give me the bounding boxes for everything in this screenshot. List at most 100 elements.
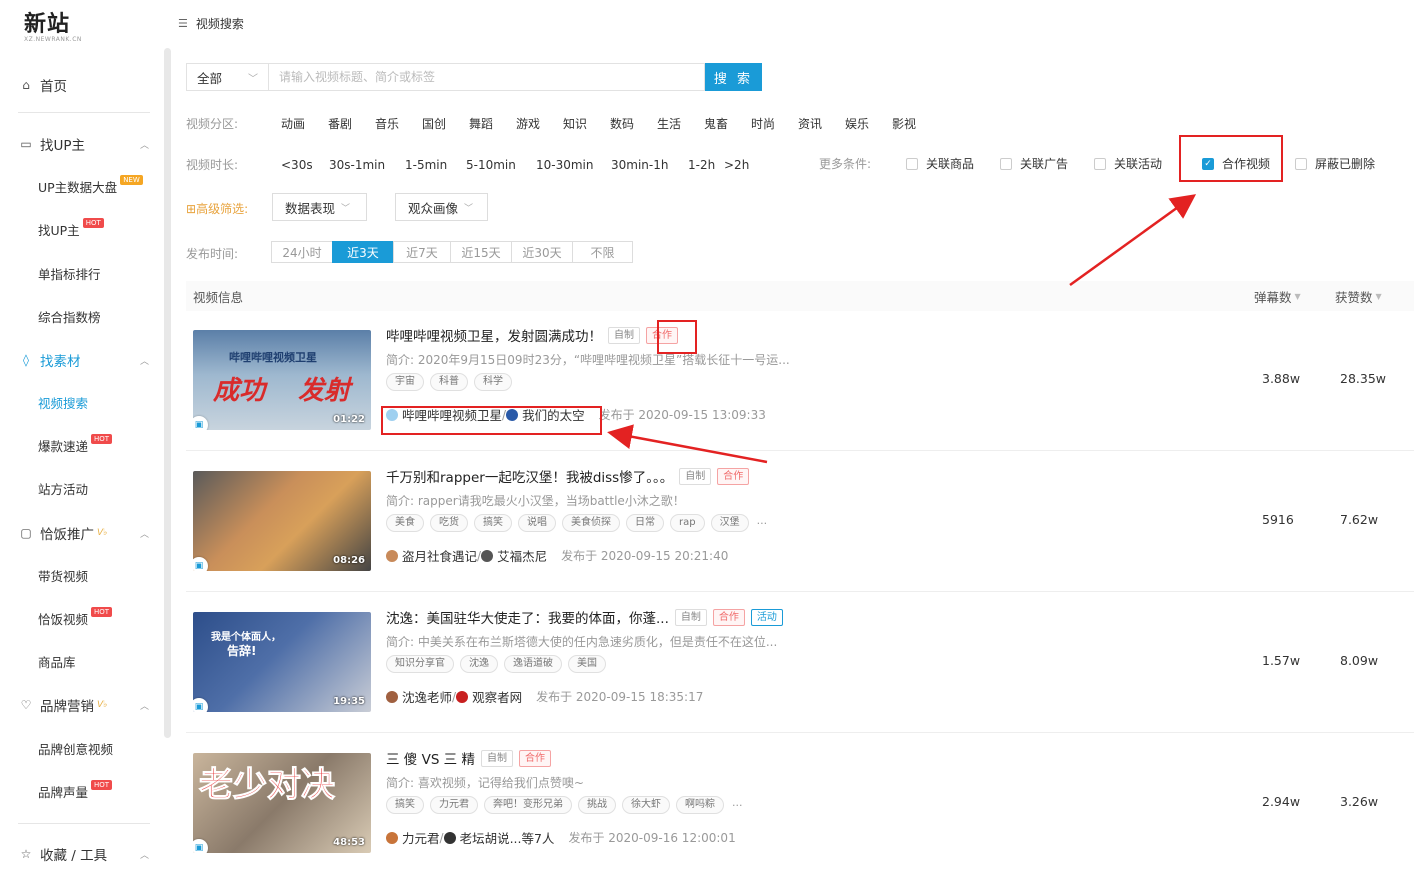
zone-option[interactable]: 影视 <box>892 115 916 132</box>
nav-find-up-sub-label: 找UP主 <box>38 222 80 238</box>
zone-option[interactable]: 番剧 <box>328 115 352 132</box>
keyword-chip[interactable]: 知识分享官 <box>386 655 454 673</box>
keyword-chip[interactable]: 科普 <box>430 373 468 391</box>
duration-option[interactable]: >2h <box>724 158 754 172</box>
keyword-chip[interactable]: 日常 <box>626 514 664 532</box>
keyword-chip[interactable]: 美食 <box>386 514 424 532</box>
nav-brand[interactable]: ♡ 品牌营销 V♭ ︿ <box>0 685 165 725</box>
keyword-chip[interactable]: 宇宙 <box>386 373 424 391</box>
nav-find-material[interactable]: ◊ 找素材 ︿ <box>0 340 165 380</box>
nav-home[interactable]: ⌂ 首页 <box>0 65 165 105</box>
keyword-chip[interactable]: 挑战 <box>578 796 616 814</box>
video-title[interactable]: 三 傻 VS 三 精自制 合作 <box>386 748 551 768</box>
zone-option[interactable]: 鬼畜 <box>704 115 728 132</box>
keyword-chip[interactable]: 搞笑 <box>474 514 512 532</box>
zone-option[interactable]: 舞蹈 <box>469 115 493 132</box>
keyword-chip[interactable]: 徐大虾 <box>622 796 670 814</box>
nav-find-up[interactable]: ▭ 找UP主 ︿ <box>0 124 165 164</box>
author-link[interactable]: 沈逸老师 <box>386 687 452 706</box>
search-button[interactable]: 搜 索 <box>705 63 762 91</box>
keyword-chip[interactable]: rap <box>670 514 705 532</box>
zone-option[interactable]: 知识 <box>563 115 587 132</box>
search-scope-select[interactable]: 全部 ﹀ <box>186 63 268 91</box>
nav-site-activity[interactable]: 站方活动 <box>0 468 165 508</box>
audience-profile-label: 观众画像 <box>408 200 459 216</box>
keyword-chip[interactable]: 吃货 <box>430 514 468 532</box>
author-link[interactable]: 盗月社食遇记 <box>386 546 477 565</box>
nav-hot-express[interactable]: 爆款速递 HOT <box>0 425 165 465</box>
zone-option[interactable]: 数码 <box>610 115 634 132</box>
video-thumbnail[interactable]: 哔哩哔哩视频卫星 成功 发射 01:22 ▣ <box>193 330 371 430</box>
zone-option[interactable]: 国创 <box>422 115 446 132</box>
video-title[interactable]: 哔哩哔哩视频卫星，发射圆满成功！ 自制 合作 <box>386 325 678 345</box>
zone-option[interactable]: 时尚 <box>751 115 775 132</box>
data-performance-dropdown[interactable]: 数据表现 ﹀ <box>272 193 367 221</box>
nav-favorites[interactable]: ☆ 收藏 / 工具 ︿ <box>0 834 165 872</box>
keyword-chip[interactable]: 搞笑 <box>386 796 424 814</box>
checkbox-option[interactable]: 关联广告 <box>1000 155 1068 172</box>
video-thumbnail[interactable]: 我是个体面人， 告辞! 19:35 ▣ <box>193 612 371 712</box>
nav-composite-rank[interactable]: 综合指数榜 <box>0 296 165 336</box>
keyword-chip[interactable]: 沈逸 <box>460 655 498 673</box>
header-danmaku[interactable]: 弹幕数 ▼ <box>1254 287 1301 306</box>
nav-find-up-sub[interactable]: 找UP主 HOT <box>0 209 165 249</box>
nav-goods-video[interactable]: 带货视频 <box>0 555 165 595</box>
checkbox-option[interactable]: 关联商品 <box>906 155 974 172</box>
nav-brand-volume[interactable]: 品牌声量 HOT <box>0 771 165 811</box>
nav-single-rank[interactable]: 单指标排行 <box>0 253 165 293</box>
duration-option[interactable]: 1-5min <box>405 158 466 172</box>
checkbox-option[interactable]: 屏蔽已删除 <box>1295 155 1375 172</box>
video-title[interactable]: 沈逸：美国驻华大使走了：我要的体面，你蓬... 自制 合作 活动 <box>386 607 783 627</box>
duration-options: <30s 30s-1min 1-5min 5-10min 10-30min 30min-1… <box>281 158 754 172</box>
nav-promo[interactable]: ▢ 恰饭推广 V♭ ︿ <box>0 513 165 553</box>
zone-option[interactable]: 资讯 <box>798 115 822 132</box>
video-thumbnail[interactable]: 08:26 ▣ <box>193 471 371 571</box>
duration-option[interactable]: 30min-1h <box>611 158 688 172</box>
zone-option[interactable]: 生活 <box>657 115 681 132</box>
author-link[interactable]: 观察者网 <box>456 687 522 706</box>
keyword-chip[interactable]: 说唱 <box>518 514 556 532</box>
logo[interactable]: 新站 XZ.NEWRANK.CN <box>24 6 82 43</box>
nav-promo-video[interactable]: 恰饭视频 HOT <box>0 598 165 638</box>
author-link[interactable]: 艾福杰尼 <box>481 546 547 565</box>
zone-option[interactable]: 动画 <box>281 115 305 132</box>
nav-up-dashboard[interactable]: UP主数据大盘 NEW <box>0 166 165 206</box>
time-option[interactable]: 24小时 <box>271 241 333 263</box>
keyword-chip[interactable]: 力元君 <box>430 796 478 814</box>
duration-option[interactable]: 10-30min <box>536 158 611 172</box>
time-option[interactable]: 不限 <box>572 241 633 263</box>
duration-option[interactable]: 5-10min <box>466 158 536 172</box>
video-title[interactable]: 千万别和rapper一起吃汉堡！我被diss惨了。。。 自制 合作 <box>386 466 750 486</box>
menu-collapse-icon[interactable]: ☰ <box>178 17 188 30</box>
author-link[interactable]: 力元君 <box>386 828 440 847</box>
keyword-chip[interactable]: 汉堡 <box>710 514 749 532</box>
time-option[interactable]: 近15天 <box>450 241 512 263</box>
zone-option[interactable]: 娱乐 <box>845 115 869 132</box>
nav-brand-creative[interactable]: 品牌创意视频 <box>0 728 165 768</box>
keyword-chip[interactable]: 啊吗粽 <box>676 796 724 814</box>
sidebar-scrollbar[interactable] <box>164 48 171 738</box>
nav-home-label: 首页 <box>40 79 67 95</box>
author-link[interactable]: 老坛胡说...等7人 <box>443 828 554 847</box>
search-input[interactable] <box>268 63 705 91</box>
zone-option[interactable]: 音乐 <box>375 115 399 132</box>
duration-option[interactable]: 30s-1min <box>329 158 405 172</box>
keyword-chip[interactable]: 美食侦探 <box>562 514 620 532</box>
time-option[interactable]: 近30天 <box>511 241 573 263</box>
keyword-chip[interactable]: 奔吧！变形兄弟 <box>484 796 572 814</box>
checkbox-option[interactable]: 关联活动 <box>1094 155 1162 172</box>
keyword-chip[interactable]: 美国 <box>568 655 606 673</box>
keyword-chip[interactable]: 科学 <box>474 373 512 391</box>
zone-option[interactable]: 游戏 <box>516 115 540 132</box>
duration-option[interactable]: <30s <box>281 158 329 172</box>
video-thumbnail[interactable]: 老少对决 48:53 ▣ <box>193 753 371 853</box>
time-option[interactable]: 近7天 <box>393 241 451 263</box>
duration-option[interactable]: 1-2h <box>688 158 724 172</box>
nav-goods-lib[interactable]: 商品库 <box>0 641 165 681</box>
nav-video-search[interactable]: 视频搜索 <box>0 382 165 422</box>
time-option[interactable]: 近3天 <box>332 241 394 263</box>
header-likes[interactable]: 获赞数 ▼ <box>1335 287 1382 306</box>
keyword-chip[interactable]: 逸语道破 <box>504 655 562 673</box>
audience-profile-dropdown[interactable]: 观众画像 ﹀ <box>395 193 488 221</box>
nav-brand-creative-label: 品牌创意视频 <box>38 741 114 757</box>
